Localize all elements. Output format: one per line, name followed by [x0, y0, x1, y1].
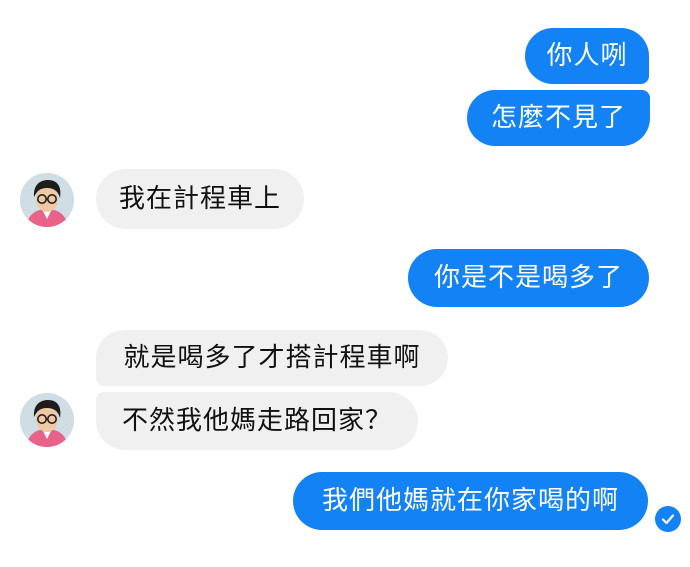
- message-bubble-incoming[interactable]: 我在計程車上: [96, 169, 304, 229]
- message-text: 不然我他媽走路回家？: [121, 406, 392, 436]
- message-text: 怎麼不見了: [490, 103, 626, 133]
- message-bubble-incoming[interactable]: 不然我他媽走路回家？: [96, 392, 418, 450]
- message-bubble-outgoing[interactable]: 你人咧: [525, 28, 649, 84]
- avatar-icon: [20, 173, 74, 227]
- message-bubble-outgoing[interactable]: 怎麼不見了: [467, 90, 650, 146]
- message-text: 就是喝多了才搭計程車啊: [123, 343, 421, 373]
- message-text: 我在計程車上: [118, 184, 281, 214]
- message-bubble-outgoing[interactable]: 我們他媽就在你家喝的啊: [293, 472, 648, 530]
- check-circle-icon: [655, 506, 681, 532]
- message-text: 我們他媽就在你家喝的啊: [321, 486, 619, 516]
- message-text: 你是不是喝多了: [433, 263, 623, 293]
- message-bubble-outgoing[interactable]: 你是不是喝多了: [408, 249, 649, 307]
- contact-avatar[interactable]: [20, 393, 74, 447]
- message-bubble-incoming[interactable]: 就是喝多了才搭計程車啊: [96, 330, 448, 386]
- avatar-icon: [20, 393, 74, 447]
- contact-avatar[interactable]: [20, 173, 74, 227]
- message-text: 你人咧: [546, 41, 628, 71]
